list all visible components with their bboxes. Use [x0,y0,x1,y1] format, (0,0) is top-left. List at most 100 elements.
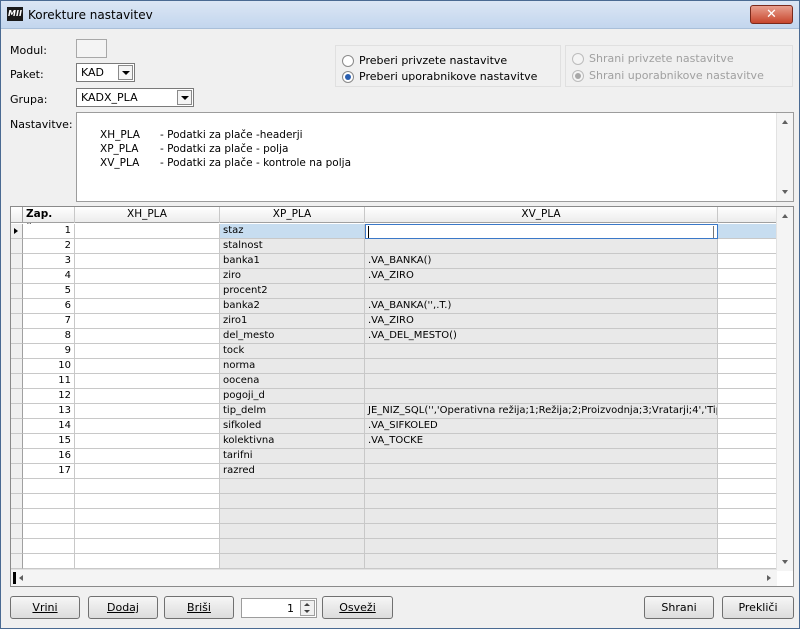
cell-xp[interactable]: procent2 [220,284,365,299]
grid-horizontal-scrollbar[interactable] [11,569,777,586]
cell-xh[interactable] [75,464,220,479]
cell-zap-st[interactable]: 15 [23,434,75,449]
cell-zap-st[interactable] [23,479,75,494]
cell-xp[interactable]: del_mesto [220,329,365,344]
cell-xv[interactable] [365,239,718,254]
cell-xh[interactable] [75,419,220,434]
cell-extra[interactable] [718,224,777,239]
table-row[interactable]: 14 sifkoled .VA_SIFKOLED [11,419,777,434]
vrini-button[interactable]: Vrini [10,596,80,619]
radio-button[interactable] [342,71,354,83]
table-row[interactable]: 17 razred [11,464,777,479]
empty-row[interactable] [11,539,777,554]
scroll-left-icon[interactable] [19,575,23,581]
list-scrollbar[interactable] [776,113,793,201]
chevron-down-icon[interactable] [118,65,133,80]
cell-xh[interactable] [75,389,220,404]
cell-xh[interactable] [75,509,220,524]
cell-xh[interactable] [75,329,220,344]
cell-xv[interactable] [365,539,718,554]
cell-extra[interactable] [718,539,777,554]
cell-xv[interactable] [365,224,718,239]
cell-xp[interactable]: norma [220,359,365,374]
cell-xp[interactable]: oocena [220,374,365,389]
modul-field[interactable] [76,39,107,58]
table-row[interactable]: 12 pogoji_d [11,389,777,404]
scroll-down-icon[interactable] [782,560,788,564]
table-row[interactable]: 13 tip_delm JE_NIZ_SQL('','Operativna reži… [11,404,777,419]
table-row[interactable]: 7 ziro1 .VA_ZIRO [11,314,777,329]
cell-zap-st[interactable] [23,494,75,509]
cell-xh[interactable] [75,479,220,494]
cell-xh[interactable] [75,284,220,299]
cell-extra[interactable] [718,389,777,404]
cell-xv[interactable]: .VA_TOCKE [365,434,718,449]
table-row[interactable]: 6 banka2 .VA_BANKA('',.T.) [11,299,777,314]
cell-zap-st[interactable]: 10 [23,359,75,374]
cell-xv[interactable] [365,554,718,569]
cell-extra[interactable] [718,359,777,374]
cell-extra[interactable] [718,434,777,449]
cell-xp[interactable] [220,479,365,494]
column-header-xp[interactable]: XP_PLA [220,207,365,223]
cell-xh[interactable] [75,434,220,449]
count-stepper[interactable]: 1 [241,598,317,618]
cell-extra[interactable] [718,344,777,359]
cell-xv[interactable] [365,344,718,359]
cell-extra[interactable] [718,239,777,254]
table-row[interactable]: 1 staz [11,224,777,239]
cell-zap-st[interactable]: 5 [23,284,75,299]
empty-row[interactable] [11,494,777,509]
list-item[interactable]: XV_PLA - Podatki za plače - kontrole na p… [80,145,351,181]
cell-xp[interactable]: staz [220,224,365,239]
osvezi-button[interactable]: Osveži [322,596,393,619]
scroll-thumb[interactable] [13,572,16,584]
cell-xh[interactable] [75,239,220,254]
cell-xv[interactable] [365,374,718,389]
cell-xv[interactable]: .VA_BANKA('',.T.) [365,299,718,314]
cell-xv[interactable] [365,479,718,494]
cell-xh[interactable] [75,269,220,284]
paket-select[interactable]: KAD [76,63,135,82]
grupa-select[interactable]: KADX_PLA [76,88,194,107]
table-row[interactable]: 15 kolektivna .VA_TOCKE [11,434,777,449]
cell-zap-st[interactable]: 9 [23,344,75,359]
scroll-down-icon[interactable] [782,190,788,194]
cell-xh[interactable] [75,539,220,554]
radio-button[interactable] [342,55,354,67]
column-header-xh[interactable]: XH_PLA [75,207,220,223]
table-row[interactable]: 8 del_mesto .VA_DEL_MESTO() [11,329,777,344]
cell-xp[interactable]: ziro1 [220,314,365,329]
cell-xh[interactable] [75,299,220,314]
cell-extra[interactable] [718,479,777,494]
title-bar[interactable]: MII Korekture nastavitev ✕ [1,1,799,29]
cell-xv[interactable]: .VA_DEL_MESTO() [365,329,718,344]
cell-xp[interactable]: stalnost [220,239,365,254]
cell-xh[interactable] [75,359,220,374]
cell-xv[interactable]: .VA_SIFKOLED [365,419,718,434]
cell-xp[interactable]: razred [220,464,365,479]
cell-xh[interactable] [75,449,220,464]
cell-xh[interactable] [75,404,220,419]
cell-extra[interactable] [718,554,777,569]
cell-xv[interactable] [365,389,718,404]
table-row[interactable]: 16 tarifni [11,449,777,464]
cell-zap-st[interactable]: 1 [23,224,75,239]
cell-extra[interactable] [718,269,777,284]
cell-xv[interactable] [365,449,718,464]
table-row[interactable]: 4 ziro .VA_ZIRO [11,269,777,284]
preklici-button[interactable]: Prekliči [722,596,794,619]
table-row[interactable]: 2 stalnost [11,239,777,254]
cell-xh[interactable] [75,494,220,509]
cell-xp[interactable]: pogoji_d [220,389,365,404]
cell-zap-st[interactable] [23,539,75,554]
scroll-right-icon[interactable] [767,575,771,581]
brisi-button[interactable]: Briši [164,596,234,619]
cell-xv[interactable] [365,284,718,299]
cell-xp[interactable]: tip_delm [220,404,365,419]
cell-xv[interactable] [365,464,718,479]
cell-extra[interactable] [718,449,777,464]
settings-grid[interactable]: Zap. št.▲ XH_PLA XP_PLA XV_PLA 1 staz 2 sta… [10,206,794,587]
column-header-zap-st[interactable]: Zap. št.▲ [23,207,75,235]
cell-xv[interactable]: JE_NIZ_SQL('','Operativna režija;1;Režij… [365,404,718,419]
